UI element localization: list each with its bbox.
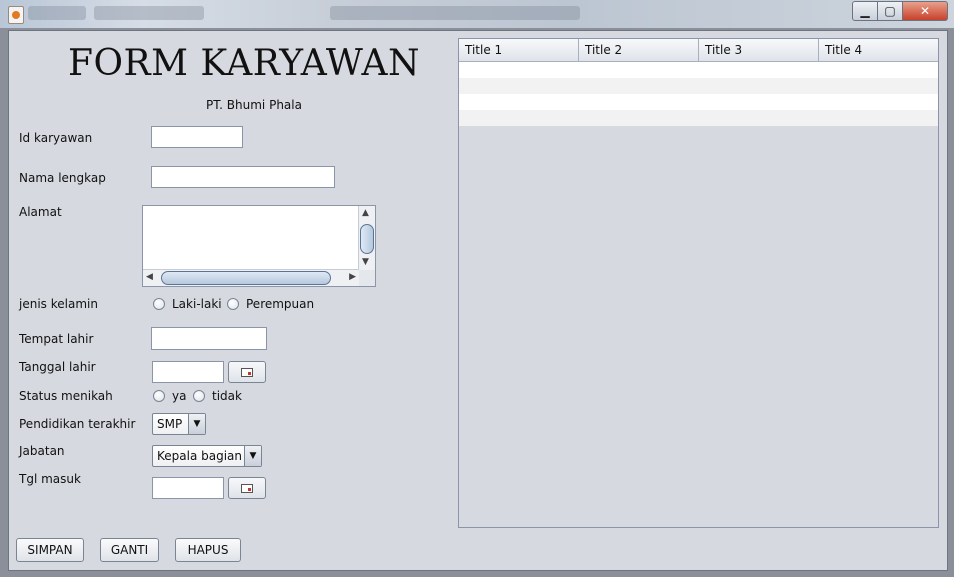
column-header-title-3[interactable]: Title 3	[699, 39, 819, 61]
laki-laki-label: Laki-laki	[172, 297, 222, 311]
window-titlebar: ▁ ▢ ✕	[0, 0, 954, 28]
company-name: PT. Bhumi Phala	[206, 98, 302, 112]
java-app-icon	[8, 6, 24, 24]
minimize-button[interactable]: ▁	[852, 1, 878, 21]
nama-lengkap-label: Nama lengkap	[19, 171, 106, 185]
perempuan-radio[interactable]	[227, 298, 239, 310]
tempat-lahir-label: Tempat lahir	[19, 332, 94, 346]
laki-laki-radio[interactable]	[153, 298, 165, 310]
vertical-scroll-thumb[interactable]	[360, 224, 374, 254]
status-menikah-label: Status menikah	[19, 389, 113, 403]
tanggal-lahir-input[interactable]	[152, 361, 224, 383]
horizontal-scroll-thumb[interactable]	[161, 271, 331, 285]
scroll-up-icon[interactable]: ▲	[362, 209, 369, 218]
tanggal-lahir-label: Tanggal lahir	[19, 360, 96, 374]
ya-label: ya	[172, 389, 187, 403]
jenis-kelamin-label: jenis kelamin	[19, 297, 98, 311]
tempat-lahir-input[interactable]	[151, 327, 267, 350]
table-row[interactable]	[459, 78, 938, 94]
column-header-title-4[interactable]: Title 4	[819, 39, 938, 61]
id-karyawan-input[interactable]	[151, 126, 243, 148]
pendidikan-selected-value: SMP	[157, 417, 183, 431]
alamat-vertical-scrollbar[interactable]: ▲ ▼	[358, 206, 375, 270]
chevron-down-icon[interactable]: ▼	[244, 446, 261, 466]
nama-lengkap-input[interactable]	[151, 166, 335, 188]
scroll-left-icon[interactable]: ◀	[146, 273, 153, 282]
tanggal-lahir-date-picker-button[interactable]	[228, 361, 266, 383]
close-button[interactable]: ✕	[903, 1, 948, 21]
tidak-label: tidak	[212, 389, 242, 403]
alamat-label: Alamat	[19, 205, 62, 219]
tidak-radio[interactable]	[193, 390, 205, 402]
scrollbar-corner	[359, 270, 375, 286]
alamat-textarea[interactable]: ▲ ▼ ◀ ▶	[142, 205, 376, 287]
jabatan-dropdown[interactable]: Kepala bagian ▼	[152, 445, 262, 467]
calendar-icon	[241, 367, 253, 377]
table-row[interactable]	[459, 62, 938, 78]
pendidikan-terakhir-dropdown[interactable]: SMP ▼	[152, 413, 206, 435]
simpan-button[interactable]: SIMPAN	[16, 538, 84, 562]
hapus-button[interactable]: HAPUS	[175, 538, 241, 562]
table-row[interactable]	[459, 110, 938, 126]
column-header-title-1[interactable]: Title 1	[459, 39, 579, 61]
scroll-down-icon[interactable]: ▼	[362, 258, 369, 267]
ganti-button[interactable]: GANTI	[100, 538, 159, 562]
window-controls: ▁ ▢ ✕	[852, 1, 948, 21]
form-panel: FORM KARYAWAN PT. Bhumi Phala Id karyawa…	[8, 30, 948, 571]
pendidikan-terakhir-label: Pendidikan terakhir	[19, 417, 136, 431]
blurred-title-segment	[94, 6, 204, 20]
blurred-title-segment	[330, 6, 580, 20]
perempuan-label: Perempuan	[246, 297, 315, 311]
tgl-masuk-label: Tgl masuk	[19, 472, 81, 486]
scroll-right-icon[interactable]: ▶	[349, 273, 356, 282]
id-karyawan-label: Id karyawan	[19, 131, 93, 145]
table-header: Title 1 Title 2 Title 3 Title 4	[459, 39, 938, 62]
alamat-horizontal-scrollbar[interactable]: ◀ ▶	[143, 269, 359, 286]
jabatan-label: Jabatan	[19, 444, 65, 458]
table-row[interactable]	[459, 94, 938, 110]
ya-radio[interactable]	[153, 390, 165, 402]
maximize-button[interactable]: ▢	[878, 1, 903, 21]
jabatan-selected-value: Kepala bagian	[157, 449, 243, 463]
employee-table[interactable]: Title 1 Title 2 Title 3 Title 4	[458, 38, 939, 528]
form-title: FORM KARYAWAN	[67, 43, 421, 84]
tgl-masuk-input[interactable]	[152, 477, 224, 499]
chevron-down-icon[interactable]: ▼	[188, 414, 205, 434]
tgl-masuk-date-picker-button[interactable]	[228, 477, 266, 499]
blurred-title-segment	[28, 6, 86, 20]
calendar-icon	[241, 483, 253, 493]
column-header-title-2[interactable]: Title 2	[579, 39, 699, 61]
